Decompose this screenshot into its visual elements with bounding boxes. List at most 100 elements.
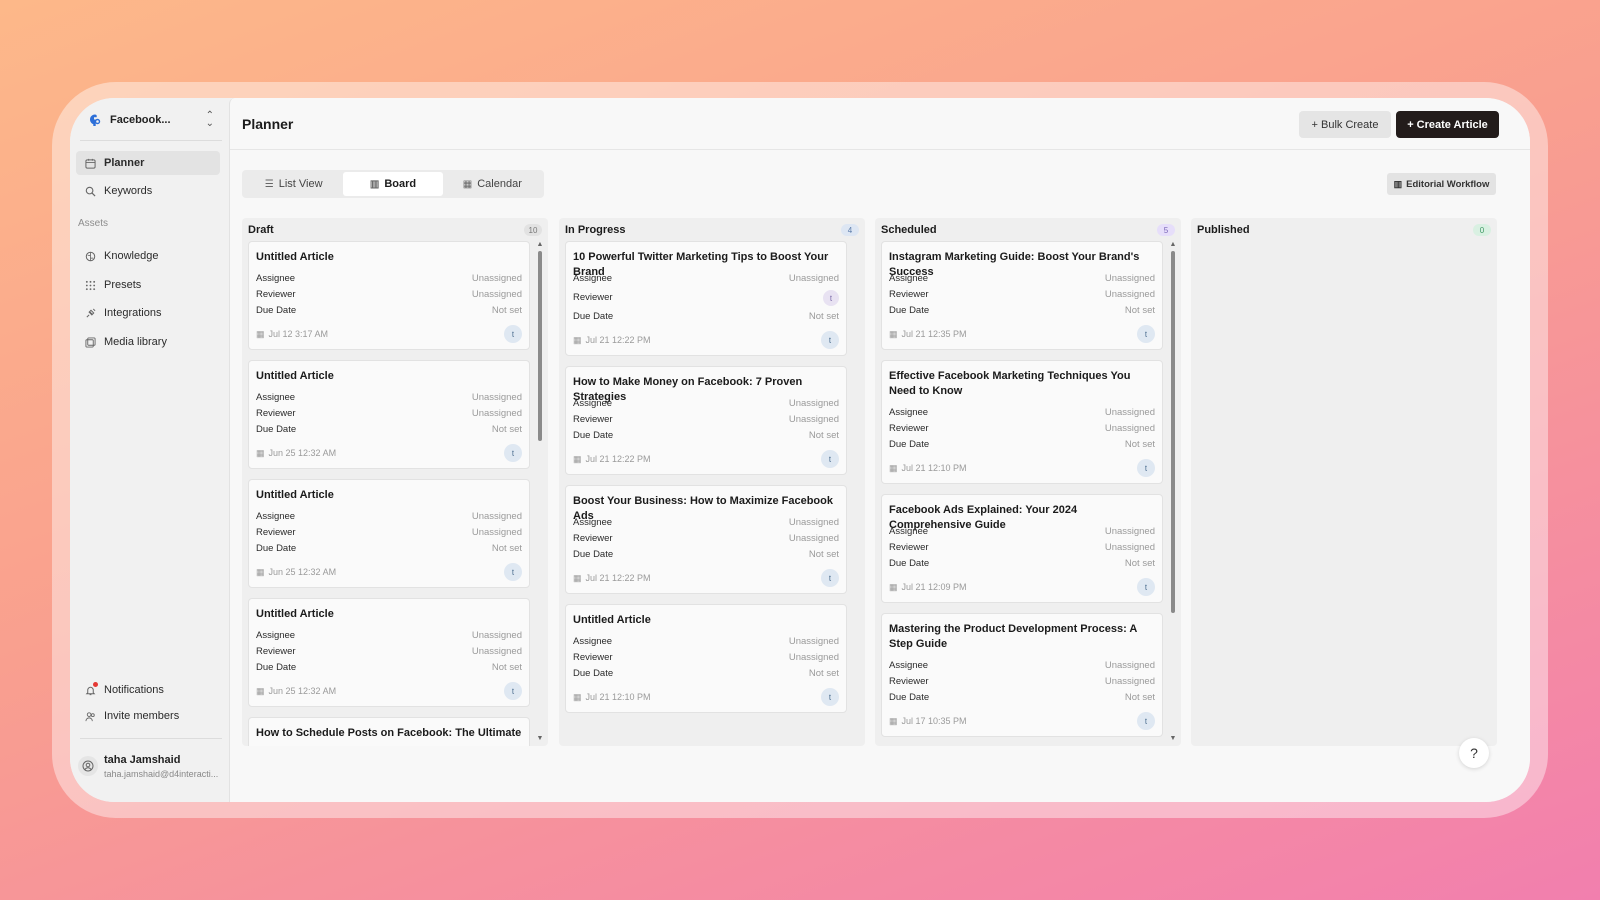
article-card[interactable]: Untitled Article Assignee Unassigned Review… <box>248 598 530 707</box>
author-avatar[interactable]: t <box>504 444 522 462</box>
card-list[interactable]: 10 Powerful Twitter Marketing Tips to Bo… <box>565 241 847 746</box>
author-avatar[interactable]: t <box>1137 712 1155 730</box>
sidebar-item-knowledge[interactable]: Knowledge <box>76 244 220 268</box>
reviewer-value[interactable]: Unassigned <box>1105 542 1155 554</box>
assignee-value[interactable]: Unassigned <box>789 273 839 285</box>
article-card[interactable]: How to Schedule Posts on Facebook: The U… <box>248 717 530 746</box>
tab-calendar[interactable]: ▦ Calendar <box>443 172 542 196</box>
scroll-down-arrow-icon[interactable]: ▼ <box>1169 735 1177 742</box>
article-card[interactable]: Untitled Article Assignee Unassigned Review… <box>248 360 530 469</box>
calendar-icon: ▦ <box>573 691 582 702</box>
due-date-value[interactable]: Not set <box>492 543 522 555</box>
user-profile[interactable]: taha Jamshaid taha.jamshaid@d4interacti.… <box>76 744 226 788</box>
sidebar-item-media-library[interactable]: Media library <box>76 330 220 354</box>
due-date-label: Due Date <box>256 424 297 435</box>
article-card[interactable]: Instagram Marketing Guide: Boost Your Br… <box>881 241 1163 350</box>
article-card[interactable]: How to Make Money on Facebook: 7 Proven … <box>565 366 847 475</box>
reviewer-value[interactable]: Unassigned <box>789 652 839 664</box>
author-avatar[interactable]: t <box>1137 459 1155 477</box>
card-list[interactable]: Instagram Marketing Guide: Boost Your Br… <box>881 241 1163 746</box>
due-date-value[interactable]: Not set <box>1125 439 1155 451</box>
due-date-value[interactable]: Not set <box>1125 558 1155 570</box>
sidebar-item-notifications[interactable]: Notifications <box>76 678 220 702</box>
article-card[interactable]: 10 Powerful Twitter Marketing Tips to Bo… <box>565 241 847 356</box>
due-date-value[interactable]: Not set <box>809 668 839 680</box>
reviewer-row: Reviewer Unassigned <box>256 408 522 420</box>
author-avatar[interactable]: t <box>1137 325 1155 343</box>
scroll-up-arrow-icon[interactable]: ▲ <box>1169 241 1177 248</box>
workspace-switcher[interactable]: Facebook... ⌃ ⌄ <box>80 106 220 134</box>
due-date-value[interactable]: Not set <box>1125 692 1155 704</box>
author-avatar[interactable]: t <box>821 688 839 706</box>
assignee-value[interactable]: Unassigned <box>472 630 522 642</box>
reviewer-value[interactable]: Unassigned <box>1105 289 1155 301</box>
article-card[interactable]: Effective Facebook Marketing Techniques … <box>881 360 1163 484</box>
assignee-value[interactable]: Unassigned <box>1105 660 1155 672</box>
due-date-value[interactable]: Not set <box>809 549 839 561</box>
sidebar-item-planner[interactable]: Planner <box>76 151 220 175</box>
scrollbar-thumb[interactable] <box>538 251 542 441</box>
help-button[interactable]: ? <box>1459 738 1489 768</box>
reviewer-value[interactable]: Unassigned <box>1105 423 1155 435</box>
assignee-value[interactable]: Unassigned <box>789 517 839 529</box>
assignee-value[interactable]: Unassigned <box>472 392 522 404</box>
reviewer-value[interactable]: Unassigned <box>472 646 522 658</box>
assignee-value[interactable]: Unassigned <box>1105 407 1155 419</box>
reviewer-value[interactable]: Unassigned <box>1105 676 1155 688</box>
due-date-value[interactable]: Not set <box>492 424 522 436</box>
sidebar-item-integrations[interactable]: Integrations <box>76 301 220 325</box>
card-list[interactable] <box>1197 241 1479 746</box>
due-date-value[interactable]: Not set <box>809 311 839 323</box>
reviewer-value[interactable]: Unassigned <box>789 533 839 545</box>
author-avatar[interactable]: t <box>504 682 522 700</box>
create-article-button[interactable]: + Create Article <box>1396 111 1499 138</box>
reviewer-label: Reviewer <box>256 527 296 538</box>
assignee-value[interactable]: Unassigned <box>789 398 839 410</box>
author-avatar[interactable]: t <box>821 450 839 468</box>
assignee-value[interactable]: Unassigned <box>789 636 839 648</box>
bulk-create-button[interactable]: + Bulk Create <box>1299 111 1391 138</box>
sidebar-item-invite-members[interactable]: Invite members <box>76 704 220 728</box>
scroll-down-arrow-icon[interactable]: ▼ <box>536 735 544 742</box>
due-date-value[interactable]: Not set <box>809 430 839 442</box>
author-avatar[interactable]: t <box>821 569 839 587</box>
scroll-up-arrow-icon[interactable]: ▲ <box>536 241 544 248</box>
article-card[interactable]: Mastering the Product Development Proces… <box>881 613 1163 737</box>
sidebar-item-keywords[interactable]: Keywords <box>76 179 220 203</box>
tab-board[interactable]: ▥ Board <box>343 172 443 196</box>
due-date-value[interactable]: Not set <box>492 662 522 674</box>
sidebar: Facebook... ⌃ ⌄ Planner Keywords Assets K… <box>70 98 234 802</box>
sidebar-item-presets[interactable]: Presets <box>76 273 220 297</box>
article-card[interactable]: Untitled Article Assignee Unassigned Review… <box>565 604 847 713</box>
assignee-row: Assignee Unassigned <box>573 398 839 410</box>
sidebar-item-label: Keywords <box>104 185 153 197</box>
article-card[interactable]: Untitled Article Assignee Unassigned Review… <box>248 479 530 588</box>
author-avatar[interactable]: t <box>821 331 839 349</box>
author-avatar[interactable]: t <box>504 325 522 343</box>
assignee-value[interactable]: Unassigned <box>472 511 522 523</box>
article-card[interactable]: Facebook Ads Explained: Your 2024 Compre… <box>881 494 1163 603</box>
assignee-value[interactable]: Unassigned <box>472 273 522 285</box>
author-avatar[interactable]: t <box>504 563 522 581</box>
tab-list-view[interactable]: ☰ List View <box>244 172 343 196</box>
due-date-row: Due Date Not set <box>889 558 1155 570</box>
scrollbar[interactable]: ▲ ▼ <box>536 241 544 742</box>
due-date-value[interactable]: Not set <box>1125 305 1155 317</box>
assignee-value[interactable]: Unassigned <box>1105 526 1155 538</box>
editorial-workflow-button[interactable]: ▥ Editorial Workflow <box>1387 173 1496 195</box>
scrollbar[interactable]: ▲ ▼ <box>1169 241 1177 742</box>
due-date-value[interactable]: Not set <box>492 305 522 317</box>
sidebar-divider <box>80 738 222 739</box>
reviewer-value[interactable]: Unassigned <box>789 414 839 426</box>
author-avatar[interactable]: t <box>1137 578 1155 596</box>
article-card[interactable]: Untitled Article Assignee Unassigned Review… <box>248 241 530 350</box>
article-card[interactable]: Boost Your Business: How to Maximize Fac… <box>565 485 847 594</box>
reviewer-value[interactable]: Unassigned <box>472 408 522 420</box>
reviewer-value[interactable]: Unassigned <box>472 527 522 539</box>
reviewer-avatar[interactable]: t <box>823 290 839 306</box>
scrollbar-thumb[interactable] <box>1171 251 1175 613</box>
assignee-value[interactable]: Unassigned <box>1105 273 1155 285</box>
created-date-text: Jul 21 12:22 PM <box>585 454 651 464</box>
card-list[interactable]: Untitled Article Assignee Unassigned Review… <box>248 241 530 746</box>
reviewer-value[interactable]: Unassigned <box>472 289 522 301</box>
